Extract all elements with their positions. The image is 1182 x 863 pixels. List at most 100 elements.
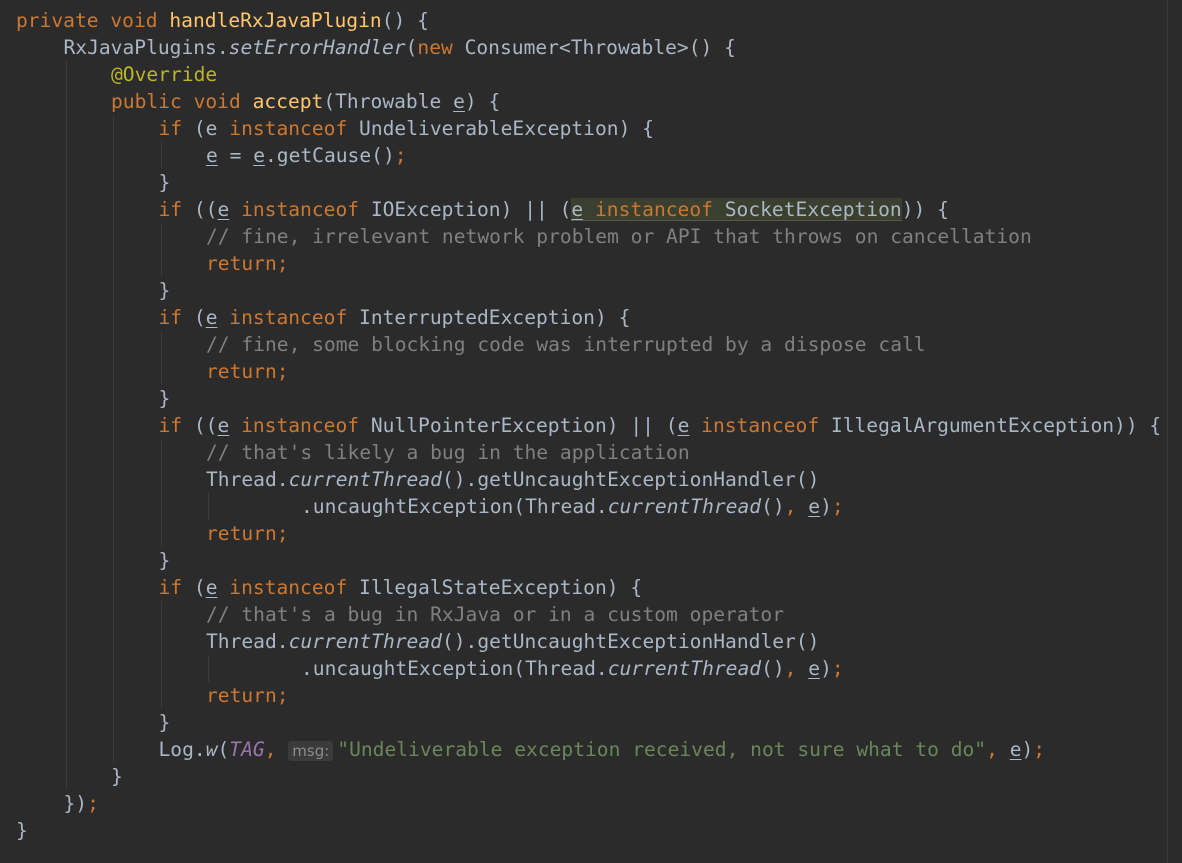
code-line[interactable]: } [0,817,1182,844]
code-token: e [205,576,218,599]
code-token: ( [182,576,206,599]
code-line[interactable]: Thread.currentThread().getUncaughtExcept… [0,466,1182,493]
code-token: void [193,90,241,113]
code-line[interactable]: } [0,763,1182,790]
code-line[interactable]: return; [0,520,1182,547]
code-token: } [16,819,28,842]
code-line[interactable]: } [0,169,1182,196]
code-token: () { [381,9,429,32]
code-line[interactable]: if ((e instanceof NullPointerException) … [0,412,1182,439]
code-token: Log. [158,738,206,761]
code-token: ( [182,306,206,329]
code-line[interactable]: private void handleRxJavaPlugin() { [0,7,1182,34]
indent-guide [160,250,162,277]
code-line[interactable]: if ((e instanceof IOException) || (e ins… [0,196,1182,223]
code-token: ; [831,495,844,518]
indent-guide [65,520,67,547]
indent-guide [65,61,67,88]
indent-guide [113,115,114,142]
code-content: } [159,709,171,736]
indent-guide [65,277,67,304]
code-token: e [808,495,821,518]
code-line[interactable]: if (e instanceof IllegalStateException) … [0,574,1182,601]
indent-guide [113,196,114,223]
code-line[interactable]: // fine, irrelevant network problem or A… [0,223,1182,250]
code-line[interactable]: return; [0,682,1182,709]
code-token: instanceof [701,414,820,437]
code-token: instanceof [241,198,360,221]
code-token: e [677,414,690,437]
code-content: // that's a bug in RxJava or in a custom… [206,601,784,628]
code-content: if (e instanceof InterruptedException) { [159,304,631,331]
indent-guide [160,628,162,655]
code-content: private void handleRxJavaPlugin() { [16,7,429,34]
code-line[interactable]: if (e instanceof InterruptedException) { [0,304,1182,331]
indent-guide [113,682,114,709]
indent-guide [160,331,162,358]
code-line[interactable]: return; [0,250,1182,277]
code-line[interactable]: if (e instanceof UndeliverableException)… [0,115,1182,142]
code-line[interactable]: e = e.getCause(); [0,142,1182,169]
indent-guide [113,601,114,628]
code-token: ) { [464,90,501,113]
code-token: } [158,549,171,572]
code-token: TAG [229,738,265,761]
indent-guide [113,736,114,763]
indent-guide [65,601,67,628]
indent-guide [65,304,67,331]
code-line[interactable]: } [0,385,1182,412]
code-line[interactable]: .uncaughtException(Thread.currentThread(… [0,493,1182,520]
indent-guide [113,709,114,736]
code-line[interactable]: // that's a bug in RxJava or in a custom… [0,601,1182,628]
indent-guide [113,466,114,493]
code-line[interactable]: // fine, some blocking code was interrup… [0,331,1182,358]
indent-guide [113,439,114,466]
code-line[interactable]: @Override [0,61,1182,88]
code-token: if [158,198,183,221]
code-line[interactable]: public void accept(Throwable e) { [0,88,1182,115]
code-token: () [761,495,785,518]
code-content: } [16,817,28,844]
code-token: ; [276,522,289,545]
indent-guide [113,547,114,574]
code-token: setErrorHandler [228,36,406,59]
code-line[interactable]: return; [0,358,1182,385]
indent-guide [208,655,209,682]
indent-guide [65,466,67,493]
code-token: (( [182,414,218,437]
code-line[interactable]: Thread.currentThread().getUncaughtExcept… [0,628,1182,655]
indent-guide [113,142,114,169]
code-token: handleRxJavaPlugin [169,9,382,32]
indent-guide [113,250,114,277]
code-token: }) [63,792,88,815]
indent-guide [113,277,114,304]
indent-guide [113,520,114,547]
code-token: currentThread [607,657,762,680]
code-line[interactable]: } [0,709,1182,736]
indent-guide [113,412,114,439]
code-token: } [158,171,171,194]
code-line[interactable]: .uncaughtException(Thread.currentThread(… [0,655,1182,682]
code-token: instanceof [594,198,713,221]
code-content: return; [206,682,289,709]
code-line[interactable]: } [0,277,1182,304]
code-token: IllegalStateException) { [347,576,643,599]
code-token: .getCause() [264,144,395,167]
code-line[interactable]: Log.w(TAG, msg: "Undeliverable exception … [0,736,1182,763]
indent-guide [65,547,67,574]
code-line[interactable]: RxJavaPlugins.setErrorHandler(new Consum… [0,34,1182,61]
code-editor[interactable]: private void handleRxJavaPlugin() {RxJav… [0,7,1182,844]
code-line[interactable]: }); [0,790,1182,817]
indent-guide [160,223,162,250]
code-token: ().getUncaughtExceptionHandler() [441,630,820,653]
code-line[interactable]: } [0,547,1182,574]
code-content: public void accept(Throwable e) { [111,88,500,115]
code-token: instanceof [241,414,360,437]
code-token: , [264,738,277,761]
code-token: w [205,738,218,761]
code-line[interactable]: // that's likely a bug in the applicatio… [0,439,1182,466]
code-content: } [159,169,171,196]
